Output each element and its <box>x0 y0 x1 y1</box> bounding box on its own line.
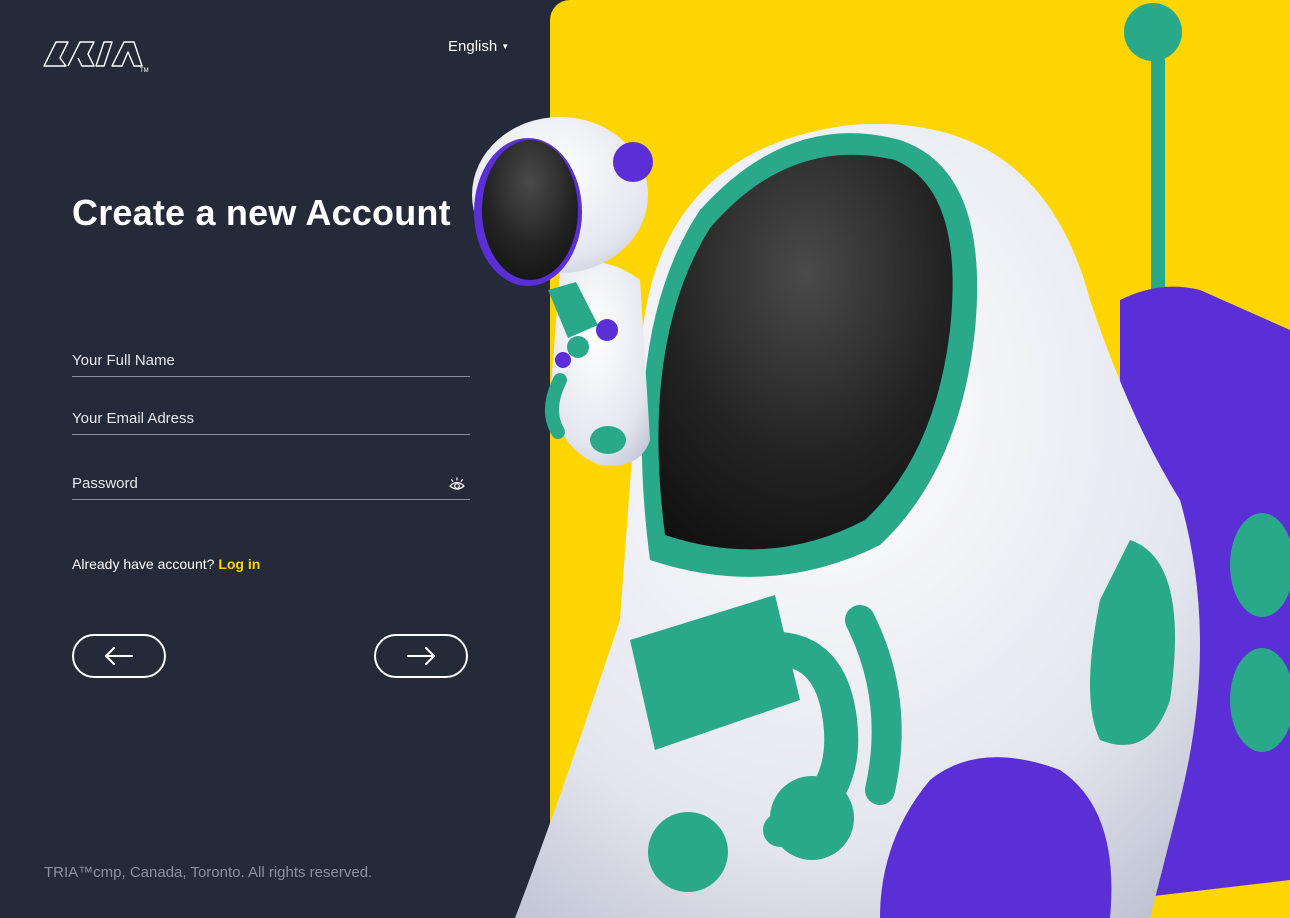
svg-text:TM: TM <box>140 68 149 74</box>
full-name-field <box>72 346 470 377</box>
left-panel: TM English ▼ Create a new Account Alread… <box>0 0 550 918</box>
language-selector[interactable]: English ▼ <box>448 38 509 55</box>
chevron-down-icon: ▼ <box>501 42 510 51</box>
eye-icon[interactable] <box>448 477 466 493</box>
hero-panel <box>550 0 1290 918</box>
arrow-right-icon <box>407 647 435 665</box>
password-input[interactable] <box>72 475 432 492</box>
login-prompt: Already have account? Log in <box>72 556 260 572</box>
page-title: Create a new Account <box>72 192 451 233</box>
back-button[interactable] <box>72 634 166 678</box>
full-name-input[interactable] <box>72 352 432 369</box>
next-button[interactable] <box>374 634 468 678</box>
login-link[interactable]: Log in <box>218 556 260 572</box>
tria-logo: TM <box>43 41 149 74</box>
arrow-left-icon <box>105 647 133 665</box>
email-input[interactable] <box>72 410 432 427</box>
language-label: English <box>448 38 498 55</box>
footer-copyright: TRIA™cmp, Canada, Toronto. All rights re… <box>44 864 373 881</box>
login-prompt-text: Already have account? <box>72 556 215 572</box>
password-field <box>72 469 470 500</box>
email-field <box>72 404 470 435</box>
